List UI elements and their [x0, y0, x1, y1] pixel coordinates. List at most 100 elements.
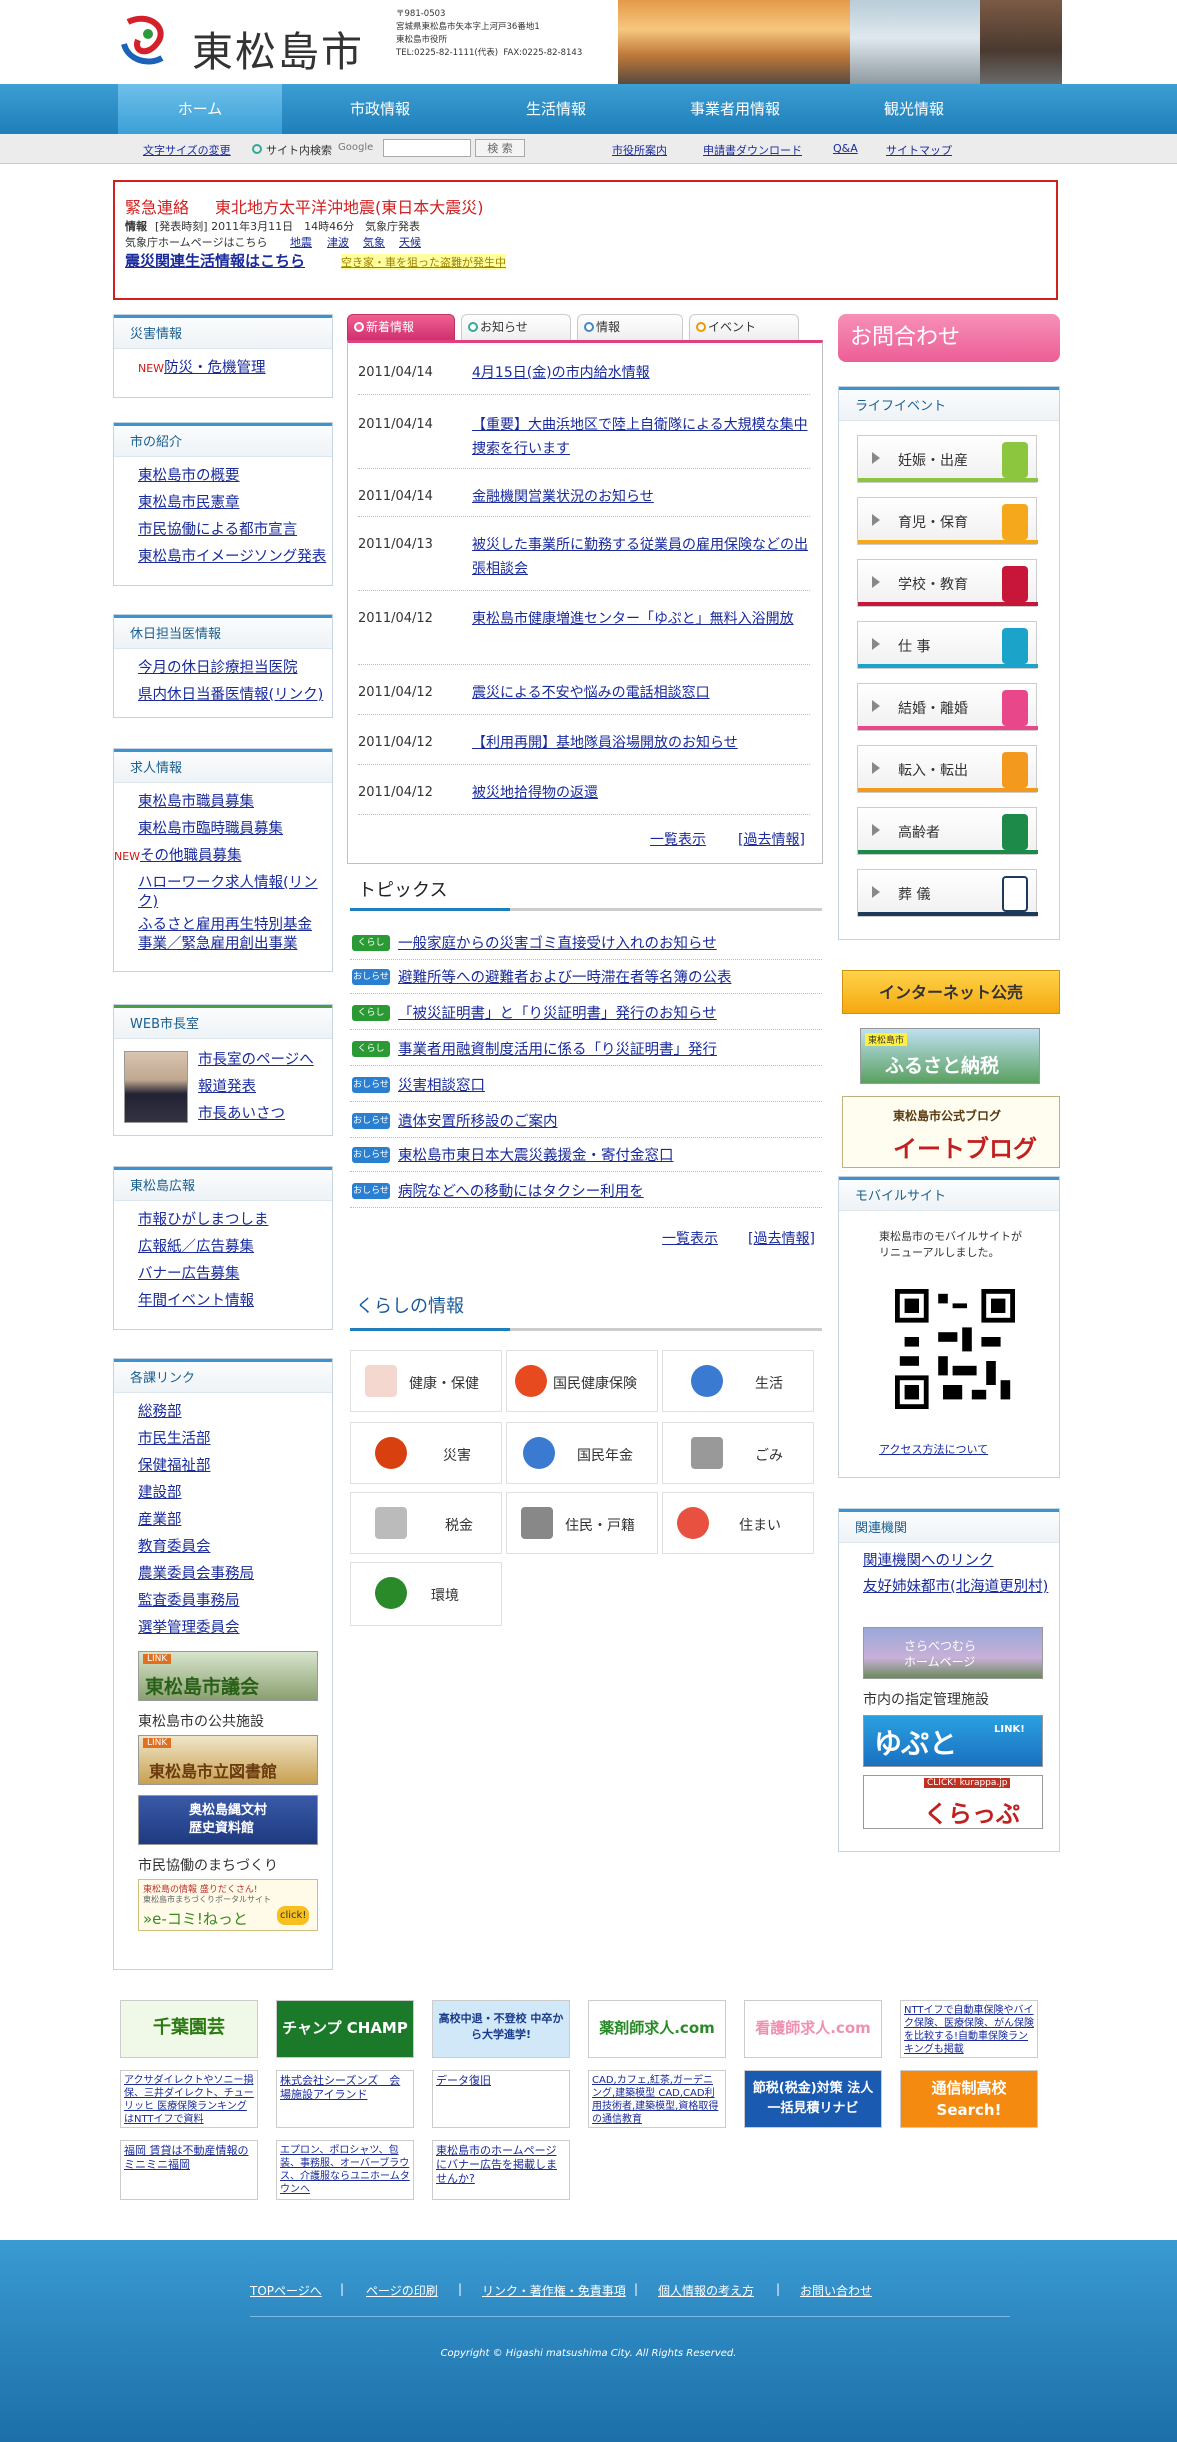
tab-event[interactable]: イベント — [689, 314, 799, 340]
living-item-pension[interactable]: 国民年金 — [506, 1422, 658, 1484]
dept-link[interactable]: 教育委員会 — [138, 1539, 211, 1555]
search-button[interactable]: 検 索 — [475, 139, 525, 157]
nav-life[interactable]: 生活情報 — [476, 84, 636, 134]
council-banner[interactable]: LINK 東松島市議会 — [138, 1651, 318, 1701]
life-event-moving[interactable]: 転入・転出 — [857, 745, 1038, 793]
footer-link-top[interactable]: TOPページへ — [250, 2282, 322, 2299]
office-guide-link[interactable]: 市役所案内 — [612, 142, 667, 158]
news-title[interactable]: 被災地拾得物の返還 — [472, 781, 812, 805]
ad-banner[interactable]: 薬剤師求人.com — [588, 2000, 726, 2058]
topics-past[interactable]: [過去情報] — [748, 1228, 815, 1248]
ad-text[interactable]: 株式会社シーズンズ 会場施設アイランド — [276, 2070, 414, 2128]
tab-info[interactable]: 情報 — [577, 314, 683, 340]
news-list-all[interactable]: 一覧表示 — [650, 829, 706, 849]
life-event-funeral[interactable]: 葬 儀 — [857, 869, 1038, 917]
footer-link-privacy[interactable]: 個人情報の考え方 — [658, 2282, 754, 2299]
dept-link[interactable]: 産業部 — [138, 1512, 182, 1528]
topic-link[interactable]: 避難所等への避難者および一時滞在者等名簿の公表 — [398, 966, 732, 987]
footer-link-print[interactable]: ページの印刷 — [366, 2282, 438, 2299]
nav-business[interactable]: 事業者用情報 — [655, 84, 815, 134]
tab-notice[interactable]: お知らせ — [461, 314, 571, 340]
pr-link[interactable]: 広報紙／広告募集 — [138, 1239, 254, 1255]
internet-auction-banner[interactable]: インターネット公売 — [842, 970, 1060, 1014]
topics-list-all[interactable]: 一覧表示 — [662, 1228, 718, 1248]
ecomi-banner[interactable]: 東松島の情報 盛りだくさん! 東松島市まちづくりポータルサイト »e-コミ!ねっ… — [138, 1879, 318, 1931]
living-item-housing[interactable]: 住まい — [662, 1492, 814, 1554]
holiday-link[interactable]: 今月の休日診療担当医院 — [138, 660, 298, 676]
ad-text[interactable]: NTTイフで自動車保険やバイク保険、医療保険、がん保険を比較する!自動車保険ラン… — [900, 2000, 1038, 2058]
living-item-health[interactable]: 健康・保健 — [350, 1350, 502, 1412]
topic-link[interactable]: 遺体安置所移設のご案内 — [398, 1110, 558, 1131]
living-item-environment[interactable]: 環境 — [350, 1562, 502, 1626]
life-event-pregnancy[interactable]: 妊娠・出産 — [857, 435, 1038, 483]
furusato-banner[interactable]: 東松島市 ふるさと納税 — [860, 1028, 1040, 1084]
forms-link[interactable]: 申請書ダウンロード — [703, 142, 802, 158]
pr-link[interactable]: バナー広告募集 — [138, 1266, 240, 1282]
intro-link[interactable]: 東松島市の概要 — [138, 468, 240, 484]
dept-link[interactable]: 保健福祉部 — [138, 1458, 211, 1474]
tab-new[interactable]: 新着情報 — [347, 314, 455, 340]
news-title[interactable]: 東松島市健康増進センター「ゆぷと」無料入浴開放 — [472, 607, 812, 631]
holiday-link[interactable]: 県内休日当番医情報(リンク) — [138, 687, 323, 703]
living-item-garbage[interactable]: ごみ — [662, 1422, 814, 1484]
ad-text[interactable]: エプロン、ポロシャツ、包装、事務服、オーバーブラウス、介護服ならユニホームタウン… — [276, 2140, 414, 2200]
life-info-link[interactable]: 震災関連生活情報はこちら — [125, 250, 305, 271]
news-title[interactable]: 金融機関営業状況のお知らせ — [472, 485, 812, 509]
nav-home[interactable]: ホーム — [118, 84, 282, 134]
footer-link-copyright[interactable]: リンク・著作権・免責事項 — [482, 2282, 626, 2299]
mayor-link[interactable]: 報道発表 — [198, 1074, 314, 1101]
intro-link[interactable]: 東松島市民憲章 — [138, 495, 240, 511]
ad-banner[interactable]: 節税(税金)対策 法人 一括見積リナビ — [744, 2070, 882, 2128]
jobs-link[interactable]: 東松島市臨時職員募集 — [138, 821, 283, 837]
living-item-life[interactable]: 生活 — [662, 1350, 814, 1412]
search-input[interactable] — [383, 139, 471, 157]
jma-link-climate[interactable]: 天候 — [399, 234, 421, 250]
jma-link-weather[interactable]: 気象 — [363, 234, 385, 250]
ad-text[interactable]: データ復旧 — [432, 2070, 570, 2128]
contact-button[interactable]: お問合わせ — [838, 314, 1060, 362]
related-link[interactable]: 関連機関へのリンク — [863, 1551, 1053, 1571]
living-item-tax[interactable]: 税金 — [350, 1492, 502, 1554]
living-item-registry[interactable]: 住民・戸籍 — [506, 1492, 658, 1554]
life-event-childcare[interactable]: 育児・保育 — [857, 497, 1038, 545]
pr-link[interactable]: 年間イベント情報 — [138, 1293, 254, 1309]
nav-tourism[interactable]: 観光情報 — [834, 84, 994, 134]
living-item-disaster[interactable]: 災害 — [350, 1422, 502, 1484]
sitemap-link[interactable]: サイトマップ — [886, 142, 952, 158]
blog-banner[interactable]: 東松島市公式ブログ イートブログ — [842, 1096, 1060, 1168]
jma-link-earthquake[interactable]: 地震 — [290, 234, 312, 250]
topic-link[interactable]: 災害相談窓口 — [398, 1074, 485, 1095]
sister-city-link[interactable]: 友好姉妹都市(北海道更別村) — [863, 1577, 1053, 1597]
nav-city[interactable]: 市政情報 — [300, 84, 460, 134]
qa-link[interactable]: Q&A — [833, 142, 858, 155]
jobs-link[interactable]: ハローワーク求人情報(リンク) — [138, 875, 318, 910]
jobs-link[interactable]: 東松島市職員募集 — [138, 794, 254, 810]
dept-link[interactable]: 農業委員会事務局 — [138, 1566, 254, 1582]
font-size-link[interactable]: 文字サイズの変更 — [143, 142, 231, 158]
jma-link-tsunami[interactable]: 津波 — [327, 234, 349, 250]
ad-banner[interactable]: 千葉園芸 — [120, 2000, 258, 2058]
life-event-marriage[interactable]: 結婚・離婚 — [857, 683, 1038, 731]
radio-icon[interactable] — [252, 144, 262, 154]
living-item-insurance[interactable]: 国民健康保険 — [506, 1350, 658, 1412]
dept-link[interactable]: 選挙管理委員会 — [138, 1620, 240, 1636]
footer-link-contact[interactable]: お問い合わせ — [800, 2282, 872, 2299]
topic-link[interactable]: 事業者用融資制度活用に係る「り災証明書」発行 — [398, 1038, 717, 1059]
dept-link[interactable]: 監査委員事務局 — [138, 1593, 240, 1609]
news-title[interactable]: 被災した事業所に勤務する従業員の雇用保険などの出張相談会 — [472, 533, 812, 581]
jobs-link[interactable]: その他職員募集 — [140, 848, 242, 864]
jobs-link[interactable]: ふるさと雇用再生特別基金事業／緊急雇用創出事業 — [138, 917, 312, 952]
ad-banner[interactable]: チャンプ CHAMP — [276, 2000, 414, 2058]
life-event-school[interactable]: 学校・教育 — [857, 559, 1038, 607]
news-title[interactable]: 4月15日(金)の市内給水情報 — [472, 361, 812, 385]
yupuhto-banner[interactable]: ゆぷと LINK! — [863, 1715, 1043, 1767]
news-past[interactable]: [過去情報] — [738, 829, 805, 849]
library-banner[interactable]: LINK 東松島市立図書館 — [138, 1735, 318, 1785]
topic-link[interactable]: 東松島市東日本大震災義援金・寄付金窓口 — [398, 1144, 674, 1165]
life-event-elderly[interactable]: 高齢者 — [857, 807, 1038, 855]
ad-text[interactable]: 福岡 賃貸は不動産情報のミニミニ福岡 — [120, 2140, 258, 2200]
theft-warning-link[interactable]: 空き家・車を狙った盗難が発生中 — [341, 254, 506, 270]
disaster-link[interactable]: 防災・危機管理 — [164, 360, 266, 376]
intro-link[interactable]: 市民協働による都市宣言 — [138, 522, 297, 538]
topic-link[interactable]: 「被災証明書」と「り災証明書」発行のお知らせ — [398, 1002, 717, 1023]
